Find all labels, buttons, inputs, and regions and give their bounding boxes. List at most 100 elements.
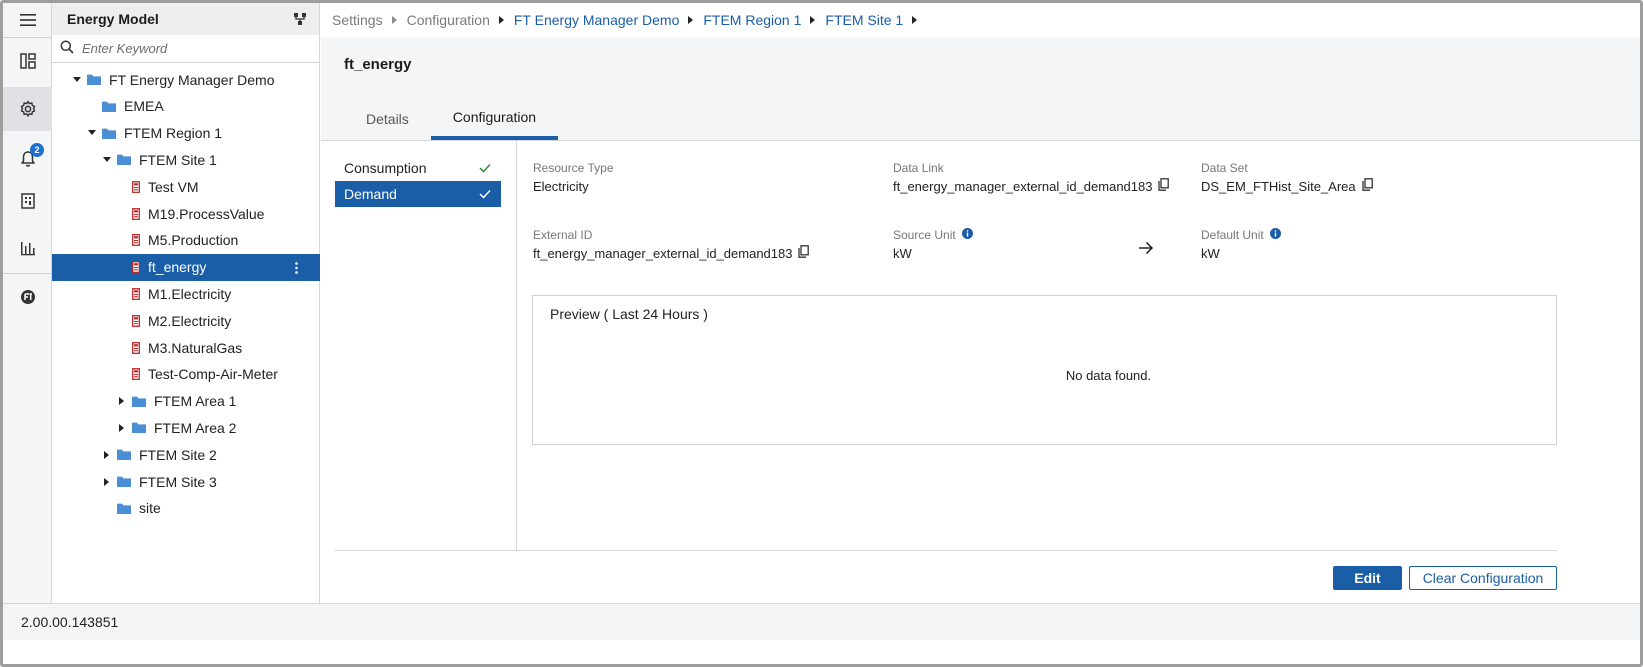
tree-node[interactable]: FTEM Region 1 — [52, 120, 320, 147]
tab-bar: Details Configuration — [344, 98, 559, 140]
copy-icon[interactable] — [798, 245, 810, 261]
meter-icon — [132, 341, 140, 354]
breadcrumb-item[interactable]: FT Energy Manager Demo — [514, 12, 679, 28]
breadcrumb-item[interactable]: Configuration — [407, 12, 490, 28]
caret-spacer — [116, 261, 128, 273]
folder-icon — [117, 154, 131, 166]
tree-node[interactable]: FTEM Area 1 — [52, 388, 320, 415]
analytics-button[interactable] — [3, 226, 52, 270]
tree-node[interactable]: FTEM Site 2 — [52, 441, 320, 468]
tree-node-label: Test-Comp-Air-Meter — [148, 366, 278, 383]
reports-icon — [20, 193, 35, 209]
tree-search — [52, 35, 319, 63]
copy-icon[interactable] — [1158, 178, 1170, 194]
type-label: Demand — [344, 186, 397, 202]
tree-node[interactable]: M3.NaturalGas — [52, 334, 320, 361]
folder-icon — [102, 128, 116, 139]
info-icon[interactable] — [961, 228, 973, 242]
tree-node[interactable]: FT Energy Manager Demo — [52, 66, 320, 93]
tree-node[interactable]: M1.Electricity — [52, 280, 320, 307]
chevron-right-icon — [810, 16, 816, 24]
settings-button[interactable] — [3, 87, 52, 131]
ft-logo-icon — [20, 289, 36, 305]
search-input[interactable] — [82, 41, 302, 56]
field-value: ft_energy_manager_external_id_demand183 — [893, 178, 1153, 194]
chevron-right-icon[interactable] — [101, 476, 113, 488]
field-label: Source Unit — [893, 228, 956, 242]
tree-node-label: site — [139, 500, 161, 517]
ft-logo-button[interactable] — [3, 275, 52, 319]
preview-title: Preview ( Last 24 Hours ) — [550, 306, 708, 322]
reports-button[interactable] — [3, 179, 52, 223]
configuration-panel: Consumption Demand Resource Type Electri… — [321, 140, 1640, 633]
tree-node-label: M19.ProcessValue — [148, 205, 265, 222]
chevron-right-icon — [498, 16, 505, 24]
field-label: Default Unit — [1201, 228, 1264, 242]
tree-node[interactable]: Test-Comp-Air-Meter — [52, 361, 320, 388]
chevron-right-icon[interactable] — [116, 395, 128, 407]
breadcrumb: Settings Configuration FT Energy Manager D… — [321, 3, 1640, 37]
meter-icon — [132, 368, 140, 381]
chevron-right-icon — [688, 16, 694, 24]
tree-node[interactable]: EMEA — [52, 93, 320, 120]
tree-node-label: FTEM Site 3 — [139, 473, 217, 490]
tree-node[interactable]: ft_energy — [52, 253, 320, 281]
chevron-down-icon[interactable] — [71, 74, 83, 86]
tree-node[interactable]: FTEM Site 1 — [52, 146, 320, 173]
field-label: Data Set — [1201, 161, 1248, 175]
tree-node[interactable]: Test VM — [52, 173, 320, 200]
meter-icon — [132, 207, 140, 220]
nav-rail: 2 — [3, 3, 52, 633]
tree-node[interactable]: FTEM Area 2 — [52, 414, 320, 441]
clear-configuration-button[interactable]: Clear Configuration — [1409, 566, 1557, 590]
hierarchy-icon[interactable] — [293, 12, 307, 29]
type-demand[interactable]: Demand — [335, 181, 501, 207]
tab-configuration[interactable]: Configuration — [430, 98, 559, 140]
field-label: Data Link — [893, 161, 944, 175]
tree-node[interactable]: FTEM Site 3 — [52, 468, 320, 495]
chevron-right-icon[interactable] — [116, 422, 128, 434]
field-value: kW — [1201, 245, 1220, 261]
edit-button[interactable]: Edit — [1333, 566, 1402, 590]
dashboard-icon — [19, 53, 36, 69]
caret-spacer — [116, 288, 128, 300]
caret-spacer — [101, 502, 113, 514]
dashboard-button[interactable] — [3, 39, 52, 83]
caret-spacer — [116, 234, 128, 246]
breadcrumb-item[interactable]: FTEM Site 1 — [825, 12, 903, 28]
menu-button[interactable] — [3, 3, 52, 37]
data-link-field: Data Link ft_energy_manager_external_id_… — [893, 161, 1170, 194]
caret-spacer — [116, 208, 128, 220]
caret-spacer — [116, 342, 128, 354]
breadcrumb-item[interactable]: Settings — [332, 12, 383, 28]
tree-node[interactable]: M5.Production — [52, 227, 320, 254]
copy-icon[interactable] — [1361, 178, 1373, 194]
tree-node[interactable]: M19.ProcessValue — [52, 200, 320, 227]
more-options-icon[interactable] — [295, 261, 298, 277]
caret-spacer — [86, 100, 98, 112]
energy-model-tree-panel: Energy Model FT Energy Manager Demo EMEA F… — [52, 3, 320, 633]
check-icon — [479, 186, 491, 202]
tree-node-label: M2.Electricity — [148, 312, 232, 329]
tree-node-label: FT Energy Manager Demo — [109, 71, 275, 88]
tree-node-label: M5.Production — [148, 232, 239, 249]
chevron-down-icon[interactable] — [101, 154, 113, 166]
type-consumption[interactable]: Consumption — [335, 155, 501, 181]
notifications-button[interactable]: 2 — [3, 137, 52, 181]
tree-node-label: M3.NaturalGas — [148, 339, 243, 356]
meter-icon — [132, 180, 140, 193]
tree-node[interactable]: M2.Electricity — [52, 307, 320, 334]
data-set-field: Data Set DS_EM_FTHist_Site_Area — [1201, 161, 1373, 194]
tree-node[interactable]: site — [52, 495, 320, 522]
info-icon[interactable] — [1269, 228, 1281, 242]
tab-details[interactable]: Details — [344, 98, 431, 140]
breadcrumb-item[interactable]: FTEM Region 1 — [703, 12, 801, 28]
tree-node-label: FTEM Area 1 — [154, 393, 237, 410]
tree-node-label: EMEA — [124, 98, 164, 115]
empty-state-text: No data found. — [1065, 368, 1152, 383]
field-value: ft_energy_manager_external_id_demand183 — [533, 245, 793, 261]
tree-title: Energy Model — [67, 11, 159, 27]
folder-icon — [117, 449, 131, 461]
chevron-down-icon[interactable] — [86, 127, 98, 139]
chevron-right-icon[interactable] — [101, 449, 113, 461]
